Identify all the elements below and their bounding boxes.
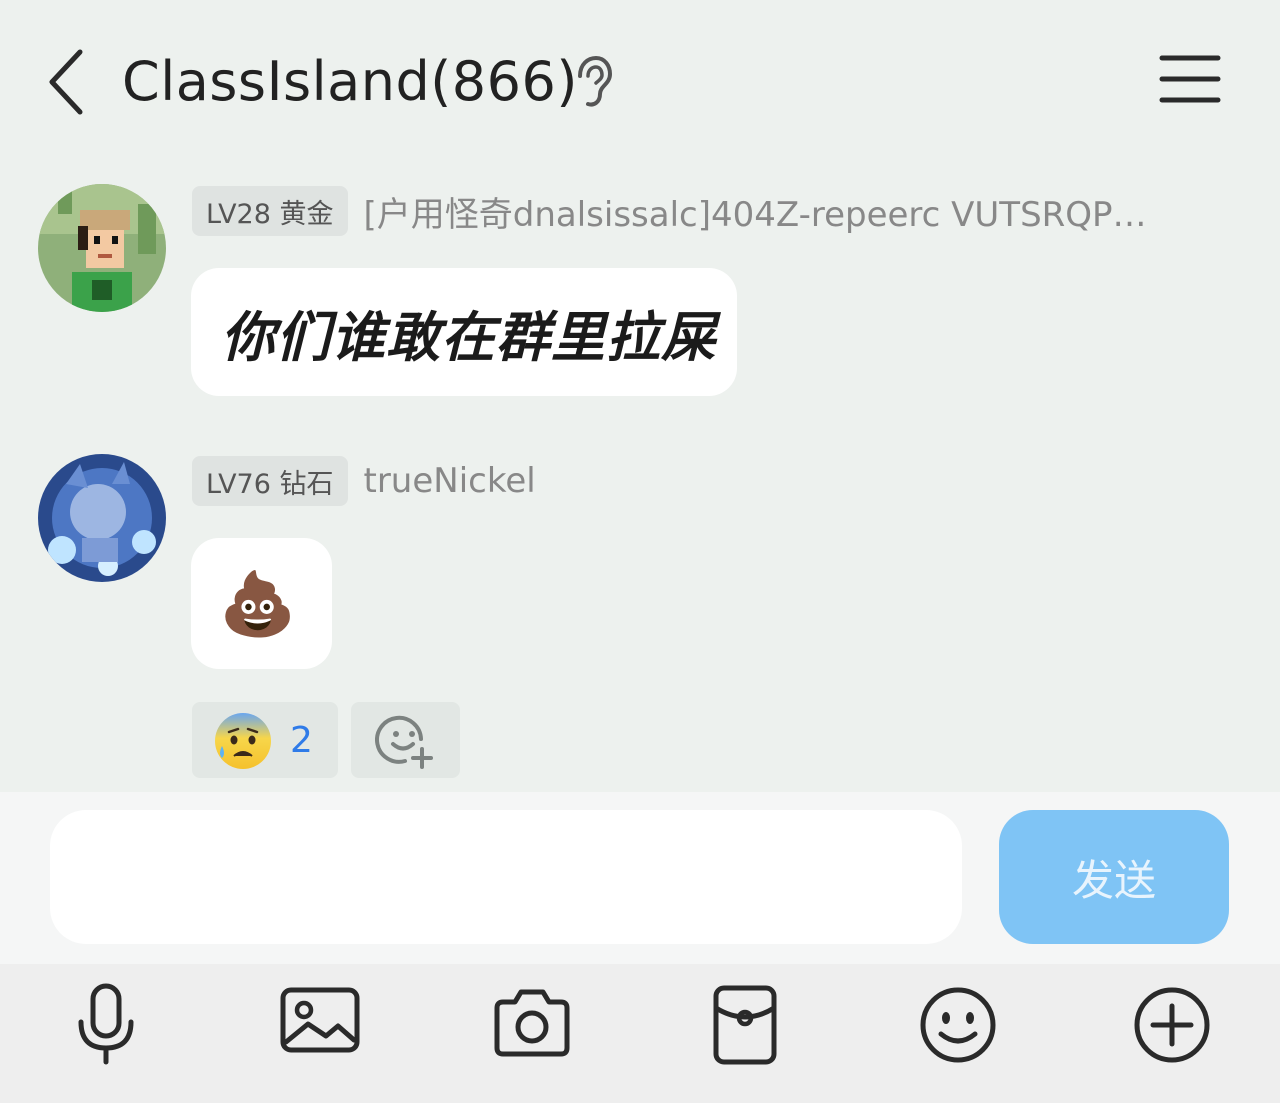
add-reaction-button[interactable]	[351, 702, 460, 778]
more-button[interactable]	[1127, 980, 1217, 1070]
chat-header: ClassIsland(866)	[0, 0, 1280, 160]
message-bubble[interactable]: 💩	[191, 538, 332, 669]
chat-window: ClassIsland(866) LV28 黄金 [户用怪奇dnalsissal…	[0, 0, 1280, 1103]
emoji-icon	[920, 987, 996, 1063]
back-button[interactable]	[40, 44, 96, 120]
reaction-count: 2	[290, 719, 313, 761]
composer: 发送	[0, 792, 1280, 964]
camera-icon	[494, 989, 570, 1057]
sender-nickname[interactable]: trueNickel	[364, 461, 536, 501]
message-meta: LV76 钻石 trueNickel	[192, 455, 536, 507]
red-packet-icon	[713, 985, 777, 1065]
emoji-button[interactable]	[913, 980, 1003, 1070]
image-button[interactable]	[274, 980, 364, 1070]
level-badge: LV28 黄金	[192, 186, 348, 236]
message-bubble[interactable]: 你们谁敢在群里拉屎	[191, 268, 737, 396]
level-badge: LV76 钻石	[192, 456, 348, 506]
message-input[interactable]	[50, 810, 962, 944]
sender-nickname[interactable]: [户用怪奇dnalsissalc]404Z-repeerc VUTSRQP…	[364, 187, 1147, 236]
message-emoji: 💩	[219, 566, 298, 640]
send-button[interactable]: 发送	[999, 810, 1229, 944]
avatar[interactable]	[38, 454, 166, 582]
reaction-chip[interactable]: 2	[192, 702, 338, 778]
microphone-icon	[78, 983, 134, 1065]
anxious-sweat-face-icon	[215, 713, 271, 769]
microphone-button[interactable]	[61, 980, 151, 1070]
ear-icon[interactable]	[568, 54, 616, 110]
plus-icon	[1134, 987, 1210, 1063]
chat-title[interactable]: ClassIsland(866)	[122, 48, 578, 116]
bottom-toolbar	[0, 964, 1280, 1103]
menu-button[interactable]	[1156, 50, 1226, 110]
add-reaction-icon	[375, 715, 433, 769]
image-icon	[280, 987, 360, 1053]
red-packet-button[interactable]	[700, 980, 790, 1070]
avatar[interactable]	[38, 184, 166, 312]
message-meta: LV28 黄金 [户用怪奇dnalsissalc]404Z-repeerc VU…	[192, 185, 1147, 237]
menu-icon	[1159, 55, 1221, 103]
camera-button[interactable]	[487, 980, 577, 1070]
message-text: 你们谁敢在群里拉屎	[221, 305, 716, 369]
back-icon	[49, 49, 83, 115]
